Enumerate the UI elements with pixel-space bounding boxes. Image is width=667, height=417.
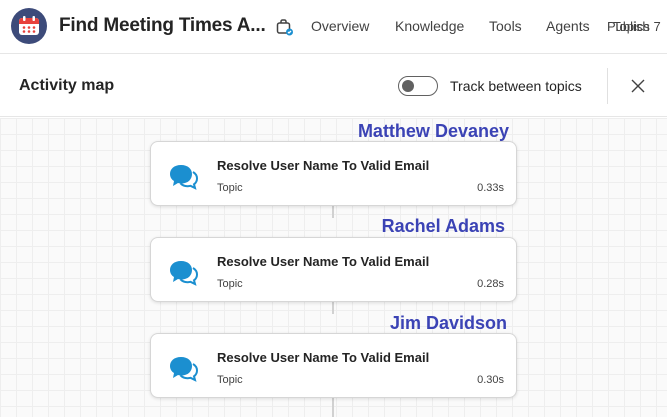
card-type: Topic [217,278,243,290]
user-label: Rachel Adams [381,216,505,236]
user-label: Jim Davidson [389,313,507,333]
close-button[interactable] [628,76,648,96]
user-label: Matthew Devaney [357,121,509,141]
close-icon [631,79,645,93]
overlapping-nav-labels[interactable]: Publish Topics 7 [607,19,667,37]
toggle-knob [402,80,414,92]
chat-bubbles-icon [168,162,199,190]
tab-agents[interactable]: Agents [546,18,590,34]
top-bar: Find Meeting Times A... Overview Knowled… [0,0,667,54]
briefcase-icon[interactable] [275,17,295,37]
tab-topics[interactable]: Topics 7 [613,19,661,34]
card-title: Resolve User Name To Valid Email [217,158,430,173]
connector-line [332,206,334,218]
activity-map-canvas[interactable]: Matthew Devaney Resolve User Name To Val… [0,118,667,417]
tab-tools[interactable]: Tools [489,18,522,34]
track-between-topics-toggle[interactable] [398,76,438,96]
tab-overview[interactable]: Overview [311,18,369,34]
card-duration: 0.28s [477,278,504,290]
card-title: Resolve User Name To Valid Email [217,350,430,365]
connector-line [332,302,334,314]
card-duration: 0.33s [477,182,504,194]
chat-bubbles-icon [168,258,199,286]
chat-bubbles-icon [168,354,199,382]
card-title: Resolve User Name To Valid Email [217,254,430,269]
card-type: Topic [217,182,243,194]
card-duration: 0.30s [477,374,504,386]
app-title: Find Meeting Times A... [59,15,266,36]
topic-card[interactable]: Resolve User Name To Valid Email Topic 0… [150,141,517,206]
topic-card[interactable]: Resolve User Name To Valid Email Topic 0… [150,333,517,398]
calendar-icon[interactable] [11,8,47,44]
tab-knowledge[interactable]: Knowledge [395,18,464,34]
activity-map-header: Activity map Track between topics [0,55,667,117]
connector-line [332,398,334,417]
toggle-label: Track between topics [450,78,582,94]
topic-card[interactable]: Resolve User Name To Valid Email Topic 0… [150,237,517,302]
panel-title: Activity map [19,77,115,94]
card-type: Topic [217,374,243,386]
header-divider [607,68,608,104]
